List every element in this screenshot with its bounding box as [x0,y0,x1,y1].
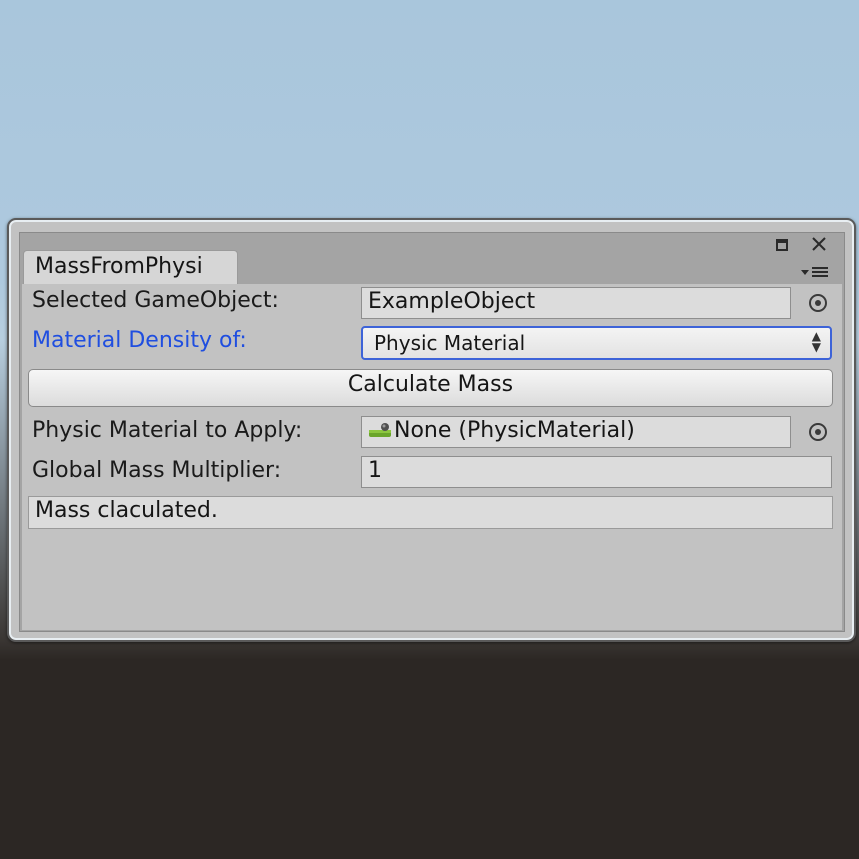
window-tab-title: MassFromPhysi [35,254,203,279]
status-message: Mass claculated. [28,496,833,529]
physic-material-value: None (PhysicMaterial) [394,418,635,443]
material-density-label: Material Density of: [32,328,247,353]
selected-gameobject-field[interactable]: ExampleObject [361,287,791,319]
physic-material-label: Physic Material to Apply: [32,418,303,443]
window-tab[interactable]: MassFromPhysi [23,250,238,284]
global-mass-multiplier-field[interactable]: 1 [361,456,832,488]
object-picker-icon[interactable] [809,294,827,312]
calculate-mass-button[interactable]: Calculate Mass [28,369,833,407]
global-mass-multiplier-label: Global Mass Multiplier: [32,458,282,483]
close-icon[interactable] [810,236,828,254]
inspector-panel: Selected GameObject: ExampleObject Mater… [22,284,842,630]
editor-window: MassFromPhysi Selected GameObject: Examp… [7,218,856,642]
window-body: MassFromPhysi Selected GameObject: Examp… [19,232,845,632]
material-density-dropdown[interactable]: Physic Material ▲ ▼ [361,326,832,360]
material-density-value: Physic Material [374,331,526,355]
physic-material-field[interactable]: None (PhysicMaterial) [361,416,791,448]
selected-gameobject-label: Selected GameObject: [32,288,279,313]
scene-background: MassFromPhysi Selected GameObject: Examp… [0,0,859,859]
dropdown-arrows-icon: ▲ ▼ [811,329,821,354]
physic-material-icon [368,420,392,440]
object-picker-icon[interactable] [809,423,827,441]
maximize-icon[interactable] [775,237,789,251]
window-menu-icon[interactable] [800,265,830,279]
